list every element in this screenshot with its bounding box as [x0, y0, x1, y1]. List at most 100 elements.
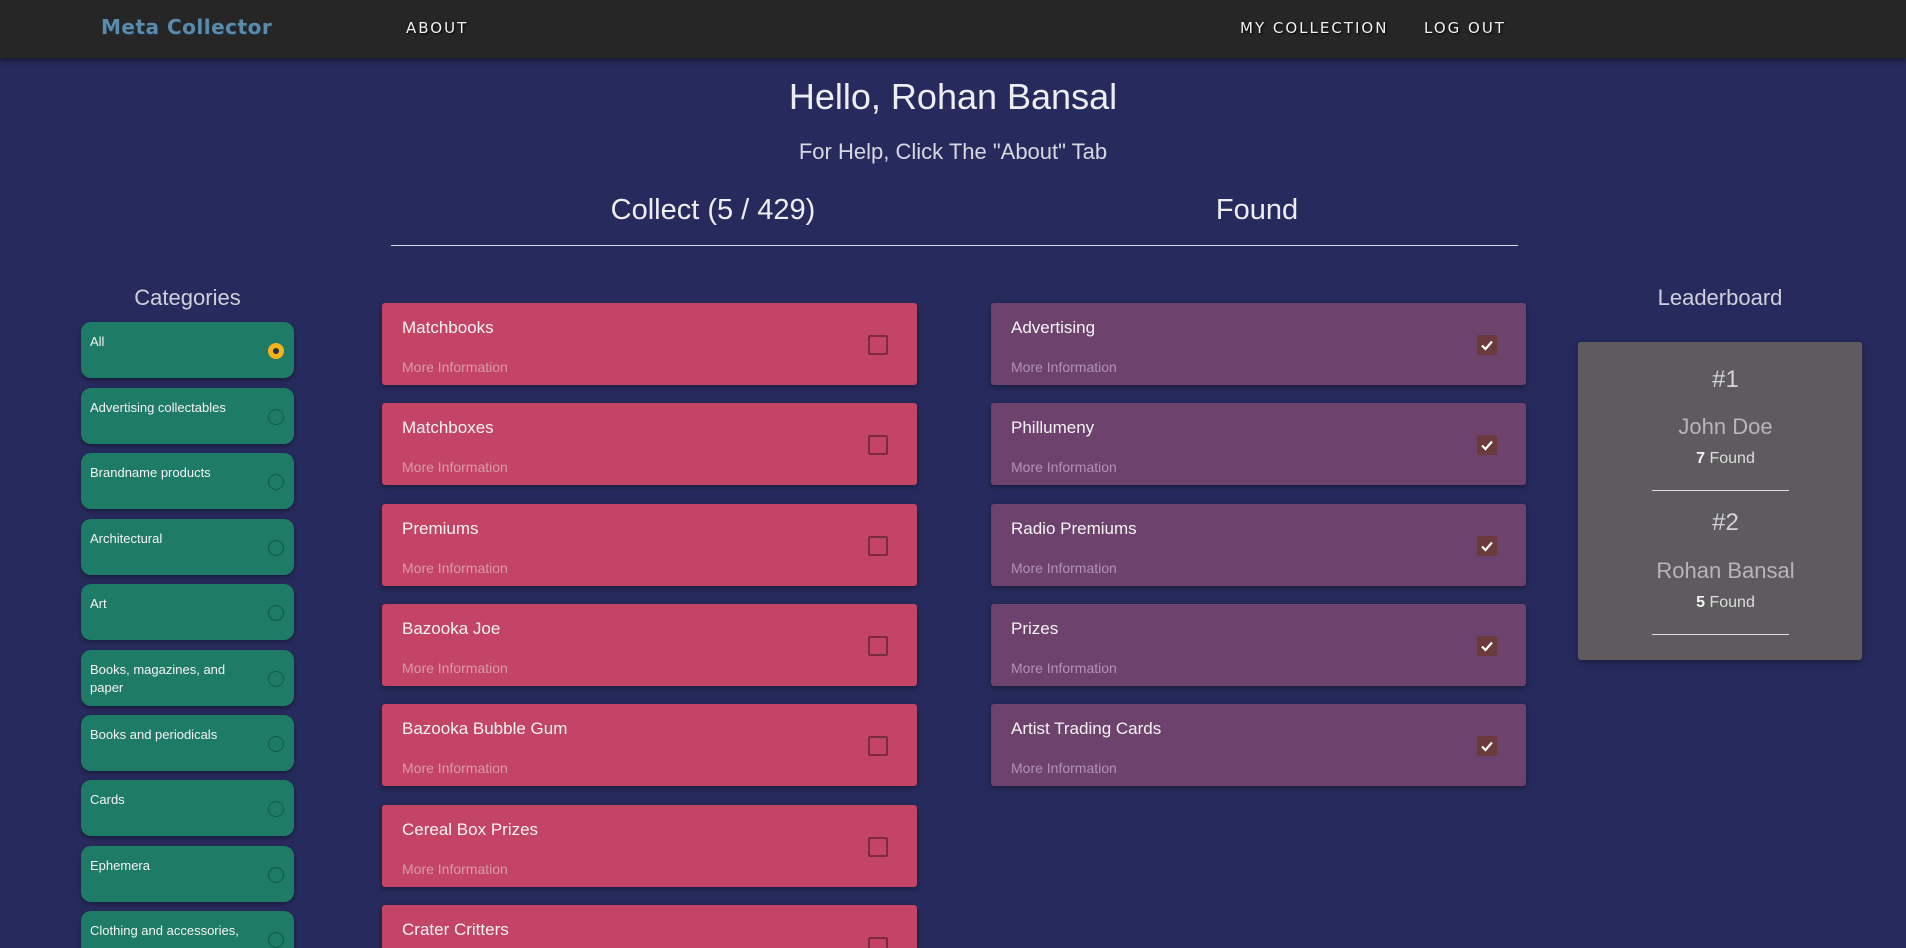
more-information-link[interactable]: More Information [1011, 760, 1117, 776]
category-radio[interactable] [268, 474, 284, 490]
more-information-link[interactable]: More Information [402, 861, 508, 877]
category-label: All [90, 334, 105, 349]
leaderboard-found: 5 Found [1578, 594, 1873, 612]
category-label: Advertising collectables [90, 400, 226, 415]
more-information-link[interactable]: More Information [402, 760, 508, 776]
more-information-link[interactable]: More Information [1011, 660, 1117, 676]
collect-card: Matchbooks More Information [382, 303, 917, 385]
check-icon [1481, 641, 1493, 652]
card-title: Radio Premiums [1011, 519, 1137, 538]
category-label: Books and periodicals [90, 727, 218, 742]
collect-checkbox[interactable] [868, 435, 888, 455]
category-item-ephemera[interactable]: Ephemera [81, 846, 294, 902]
category-label: Clothing and accessories, [90, 923, 239, 938]
category-label: Architectural [90, 531, 163, 546]
more-information-link[interactable]: More Information [402, 359, 508, 375]
brand-logo[interactable]: Meta Collector [101, 15, 272, 39]
found-checkbox-checked[interactable] [1477, 636, 1497, 656]
collect-checkbox[interactable] [868, 636, 888, 656]
category-item-cards[interactable]: Cards [81, 780, 294, 836]
leaderboard-rank: #2 [1712, 509, 1739, 536]
category-radio[interactable] [268, 671, 284, 687]
collect-card: Matchboxes More Information [382, 403, 917, 485]
found-card: Advertising More Information [991, 303, 1526, 385]
more-information-link[interactable]: More Information [1011, 560, 1117, 576]
leaderboard-rank: #1 [1712, 366, 1739, 393]
more-information-link[interactable]: More Information [402, 459, 508, 475]
category-label: Books, magazines, and paper [90, 662, 226, 695]
card-title: Matchboxes [402, 418, 494, 437]
more-information-link[interactable]: More Information [402, 660, 508, 676]
collect-checkbox[interactable] [868, 335, 888, 355]
category-item-art[interactable]: Art [81, 584, 294, 640]
found-checkbox-checked[interactable] [1477, 536, 1497, 556]
category-label: Cards [90, 792, 125, 807]
collect-card: Premiums More Information [382, 504, 917, 586]
category-radio[interactable] [268, 540, 284, 556]
category-radio[interactable] [268, 605, 284, 621]
leaderboard-found-label: Found [1709, 450, 1755, 467]
more-information-link[interactable]: More Information [1011, 359, 1117, 375]
found-card: Radio Premiums More Information [991, 504, 1526, 586]
card-title: Premiums [402, 519, 479, 538]
nav-logout-link[interactable]: LOG OUT [1424, 19, 1506, 37]
category-item-books-magazines-paper[interactable]: Books, magazines, and paper [81, 650, 294, 706]
card-title: Bazooka Bubble Gum [402, 719, 568, 738]
more-information-link[interactable]: More Information [1011, 459, 1117, 475]
category-label: Ephemera [90, 858, 150, 873]
header-divider [391, 245, 1518, 246]
leaderboard-found-label: Found [1709, 594, 1755, 611]
nav-about-link[interactable]: ABOUT [406, 19, 468, 37]
category-radio-selected[interactable] [268, 343, 284, 359]
card-title: Artist Trading Cards [1011, 719, 1162, 738]
found-checkbox-checked[interactable] [1477, 335, 1497, 355]
leaderboard-divider [1652, 634, 1789, 635]
top-navbar: Meta Collector ABOUT MY COLLECTION LOG O… [0, 0, 1906, 58]
check-icon [1481, 340, 1493, 351]
category-radio[interactable] [268, 409, 284, 425]
nav-my-collection-link[interactable]: MY COLLECTION [1240, 19, 1388, 37]
collect-checkbox[interactable] [868, 837, 888, 857]
card-title: Cereal Box Prizes [402, 820, 539, 839]
greeting-title: Hello, Rohan Bansal [788, 76, 1118, 117]
category-radio[interactable] [268, 736, 284, 752]
leaderboard-count: 7 [1696, 450, 1706, 467]
leaderboard-count: 5 [1696, 594, 1706, 611]
collect-card: Crater Critters [382, 905, 917, 948]
leaderboard-heading: Leaderboard [1657, 285, 1783, 310]
category-item-brandname-products[interactable]: Brandname products [81, 453, 294, 509]
category-item-all[interactable]: All [81, 322, 294, 378]
category-label: Art [90, 596, 107, 611]
help-text: For Help, Click The "About" Tab [798, 139, 1108, 164]
card-title: Matchbooks [402, 318, 494, 337]
category-radio[interactable] [268, 801, 284, 817]
categories-heading: Categories [134, 285, 241, 310]
check-icon [1481, 741, 1493, 752]
category-item-architectural[interactable]: Architectural [81, 519, 294, 575]
card-title: Phillumeny [1011, 418, 1095, 437]
found-checkbox-checked[interactable] [1477, 435, 1497, 455]
leaderboard-panel: #1 John Doe 7 Found #2 Rohan Bansal 5 Fo… [1578, 342, 1862, 660]
found-card: Prizes More Information [991, 604, 1526, 686]
card-title: Prizes [1011, 619, 1059, 638]
category-item-clothing-accessories[interactable]: Clothing and accessories, [81, 911, 294, 948]
collect-card: Bazooka Bubble Gum More Information [382, 704, 917, 786]
category-item-books-periodicals[interactable]: Books and periodicals [81, 715, 294, 771]
found-column-title: Found [1215, 194, 1299, 226]
card-title: Crater Critters [402, 920, 509, 939]
found-card: Phillumeny More Information [991, 403, 1526, 485]
leaderboard-found: 7 Found [1578, 450, 1873, 468]
check-icon [1481, 541, 1493, 552]
collect-checkbox[interactable] [868, 736, 888, 756]
category-radio[interactable] [268, 932, 284, 948]
found-card: Artist Trading Cards More Information [991, 704, 1526, 786]
category-radio[interactable] [268, 867, 284, 883]
collect-checkbox[interactable] [868, 536, 888, 556]
category-item-advertising-collectables[interactable]: Advertising collectables [81, 388, 294, 444]
card-title: Bazooka Joe [402, 619, 501, 638]
leaderboard-divider [1652, 490, 1789, 491]
more-information-link[interactable]: More Information [402, 560, 508, 576]
collect-checkbox[interactable] [868, 937, 888, 948]
found-checkbox-checked[interactable] [1477, 736, 1497, 756]
category-label: Brandname products [90, 465, 211, 480]
